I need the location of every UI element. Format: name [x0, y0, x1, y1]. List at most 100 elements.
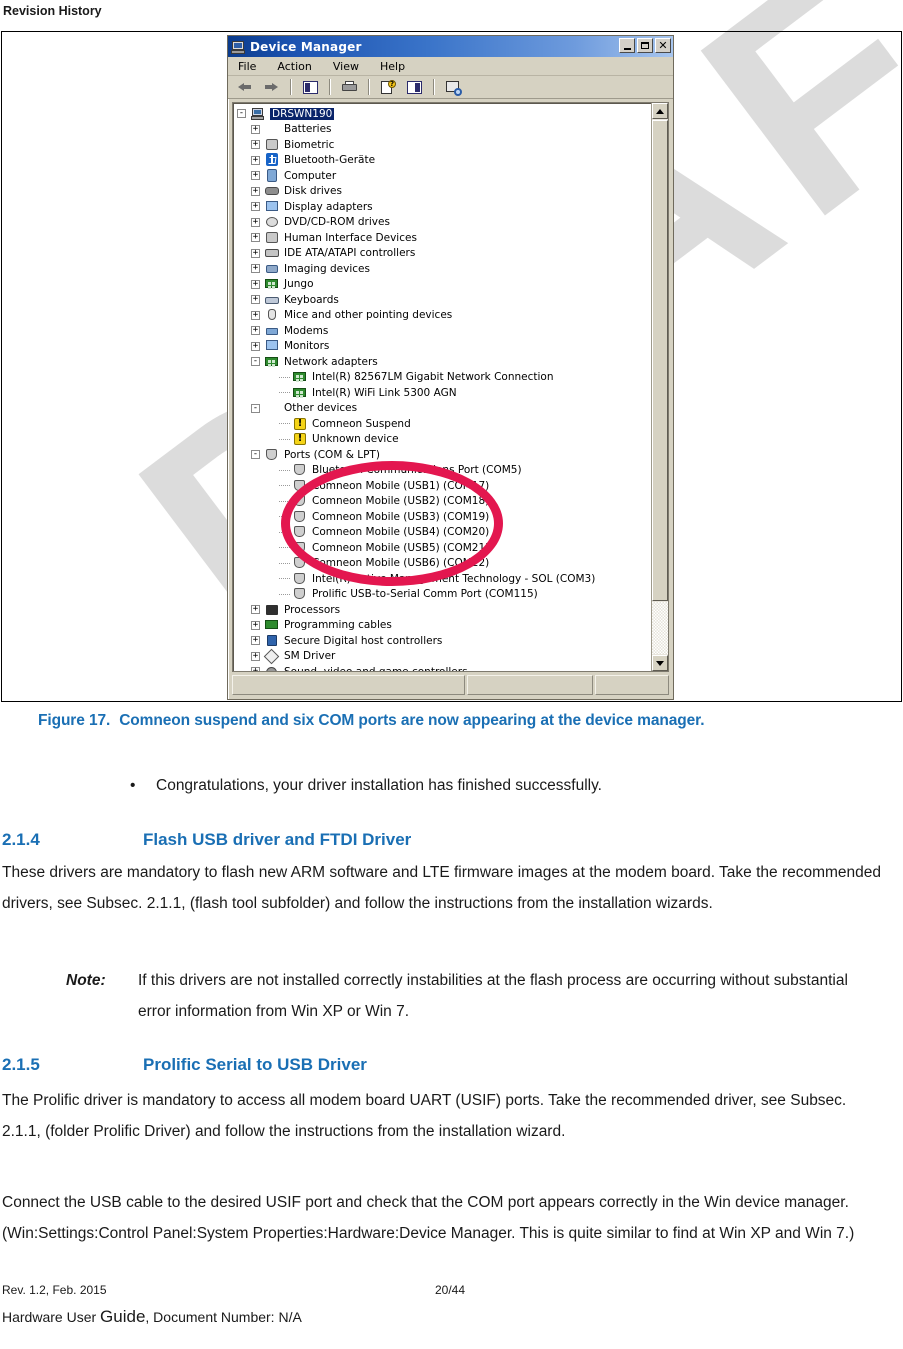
- tree-item[interactable]: - Network adapters: [237, 354, 651, 370]
- tree-connector: [279, 469, 290, 471]
- tree-item[interactable]: + Processors: [237, 602, 651, 618]
- computer-node-icon: [264, 168, 280, 183]
- figure-number: Figure 17.: [38, 712, 111, 729]
- expand-icon[interactable]: +: [251, 295, 260, 305]
- tree-item[interactable]: Intel(R) Active Management Technology - …: [237, 571, 651, 587]
- collapse-icon[interactable]: -: [251, 450, 260, 460]
- collapse-icon[interactable]: -: [237, 109, 246, 119]
- collapse-icon[interactable]: -: [251, 357, 260, 367]
- tree-item[interactable]: + Human Interface Devices: [237, 230, 651, 246]
- scan-for-hardware-changes-icon[interactable]: [443, 78, 463, 97]
- tree-item[interactable]: Intel(R) WiFi Link 5300 AGN: [237, 385, 651, 401]
- close-icon[interactable]: ✕: [655, 38, 671, 53]
- tree-item[interactable]: Comneon Mobile (USB6) (COM22): [237, 556, 651, 572]
- expand-icon[interactable]: +: [251, 326, 260, 336]
- menu-bar[interactable]: File Action View Help: [228, 57, 673, 76]
- tree-item[interactable]: Unknown device: [237, 432, 651, 448]
- tree-item[interactable]: Comneon Mobile (USB2) (COM18): [237, 494, 651, 510]
- menu-file[interactable]: File: [238, 60, 256, 73]
- menu-action[interactable]: Action: [277, 60, 311, 73]
- tree-item[interactable]: + Imaging devices: [237, 261, 651, 277]
- menu-help[interactable]: Help: [380, 60, 405, 73]
- minimize-button[interactable]: [619, 38, 635, 53]
- back-arrow-icon[interactable]: [235, 78, 255, 97]
- tree-item[interactable]: + Monitors: [237, 339, 651, 355]
- print-icon[interactable]: [339, 78, 359, 97]
- tree-connector: [279, 376, 290, 378]
- window-titlebar[interactable]: Device Manager ✕: [228, 36, 673, 57]
- scroll-up-icon[interactable]: [652, 103, 668, 119]
- expand-icon[interactable]: +: [251, 155, 260, 165]
- tree-item[interactable]: + Display adapters: [237, 199, 651, 215]
- tree-item[interactable]: + Biometric: [237, 137, 651, 153]
- tree-item[interactable]: + Modems: [237, 323, 651, 339]
- scroll-down-icon[interactable]: [652, 655, 668, 671]
- expand-icon[interactable]: +: [251, 279, 260, 289]
- maximize-button[interactable]: [637, 38, 653, 53]
- expand-icon[interactable]: +: [251, 341, 260, 351]
- scrollbar-thumb[interactable]: [652, 120, 668, 601]
- expand-icon[interactable]: +: [251, 264, 260, 274]
- tree-item[interactable]: Comneon Mobile (USB1) (COM17): [237, 478, 651, 494]
- window-controls[interactable]: ✕: [619, 38, 671, 53]
- tree-item[interactable]: - DRSWN190: [237, 106, 651, 122]
- expand-icon[interactable]: +: [251, 620, 260, 630]
- show-hide-console-tree-icon[interactable]: [300, 78, 320, 97]
- expand-icon[interactable]: +: [251, 124, 260, 134]
- expand-icon[interactable]: +: [251, 217, 260, 227]
- tree-item[interactable]: + Bluetooth-Geräte: [237, 153, 651, 169]
- vertical-scrollbar[interactable]: [651, 103, 668, 671]
- tree-item[interactable]: + SM Driver: [237, 648, 651, 665]
- scrollbar-track[interactable]: [652, 602, 668, 654]
- paragraph-2-1-5-a: The Prolific driver is mandatory to acce…: [2, 1092, 847, 1140]
- tree-item[interactable]: + Disk drives: [237, 184, 651, 200]
- paragraph-2-1-5-b: Connect the USB cable to the desired USI…: [2, 1194, 855, 1242]
- expand-icon[interactable]: +: [251, 248, 260, 258]
- bullet-text: Congratulations, your driver installatio…: [156, 777, 602, 794]
- expand-icon[interactable]: +: [251, 636, 260, 646]
- tree-item[interactable]: + Batteries: [237, 122, 651, 138]
- expand-icon[interactable]: +: [251, 310, 260, 320]
- expand-icon[interactable]: +: [251, 233, 260, 243]
- tree-item[interactable]: - Other devices: [237, 401, 651, 417]
- device-tree[interactable]: - DRSWN190 + Batteries + Biometric + Bluetooth-…: [233, 103, 651, 671]
- properties-icon[interactable]: ?: [378, 78, 398, 97]
- expand-icon[interactable]: +: [251, 140, 260, 150]
- sound-controller-icon: [264, 665, 280, 671]
- tree-client-area[interactable]: - DRSWN190 + Batteries + Biometric + Bluetooth-…: [232, 102, 669, 672]
- tree-item[interactable]: Comneon Mobile (USB3) (COM19): [237, 509, 651, 525]
- expand-icon[interactable]: +: [251, 171, 260, 181]
- tree-item[interactable]: + Keyboards: [237, 292, 651, 308]
- expand-icon[interactable]: +: [251, 667, 260, 671]
- tree-item[interactable]: Intel(R) 82567LM Gigabit Network Connect…: [237, 370, 651, 386]
- footer-page-number: 20/44: [435, 1283, 466, 1297]
- forward-arrow-icon[interactable]: [261, 78, 281, 97]
- battery-icon: [264, 122, 280, 136]
- tree-item[interactable]: + DVD/CD-ROM drives: [237, 215, 651, 231]
- tree-item[interactable]: + Programming cables: [237, 618, 651, 634]
- expand-icon[interactable]: +: [251, 186, 260, 196]
- keyboard-icon: [264, 293, 280, 307]
- tree-item[interactable]: - Ports (COM & LPT): [237, 447, 651, 463]
- tree-item[interactable]: Comneon Mobile (USB5) (COM21): [237, 540, 651, 556]
- toolbar[interactable]: ?: [228, 76, 673, 99]
- collapse-icon[interactable]: -: [251, 403, 260, 413]
- tree-item-label: Keyboards: [284, 293, 339, 306]
- tree-item[interactable]: + Jungo: [237, 277, 651, 293]
- expand-icon[interactable]: +: [251, 605, 260, 615]
- tree-item[interactable]: Comneon Suspend: [237, 416, 651, 432]
- tree-item[interactable]: + Sound, video and game controllers: [237, 664, 651, 671]
- device-manager-window[interactable]: Device Manager ✕ File Action View Help ?…: [227, 35, 674, 700]
- tree-item[interactable]: Bluetooth Communications Port (COM5): [237, 463, 651, 479]
- show-hide-action-pane-icon[interactable]: [404, 78, 424, 97]
- tree-item[interactable]: + IDE ATA/ATAPI controllers: [237, 246, 651, 262]
- tree-item[interactable]: Comneon Mobile (USB4) (COM20): [237, 525, 651, 541]
- menu-view[interactable]: View: [333, 60, 359, 73]
- expand-icon[interactable]: +: [251, 651, 260, 661]
- expand-icon[interactable]: +: [251, 202, 260, 212]
- tree-item[interactable]: Prolific USB-to-Serial Comm Port (COM115…: [237, 587, 651, 603]
- tree-item[interactable]: + Mice and other pointing devices: [237, 308, 651, 324]
- tree-item[interactable]: + Secure Digital host controllers: [237, 633, 651, 649]
- heading-number: 2.1.5: [2, 1055, 40, 1074]
- tree-item[interactable]: + Computer: [237, 168, 651, 184]
